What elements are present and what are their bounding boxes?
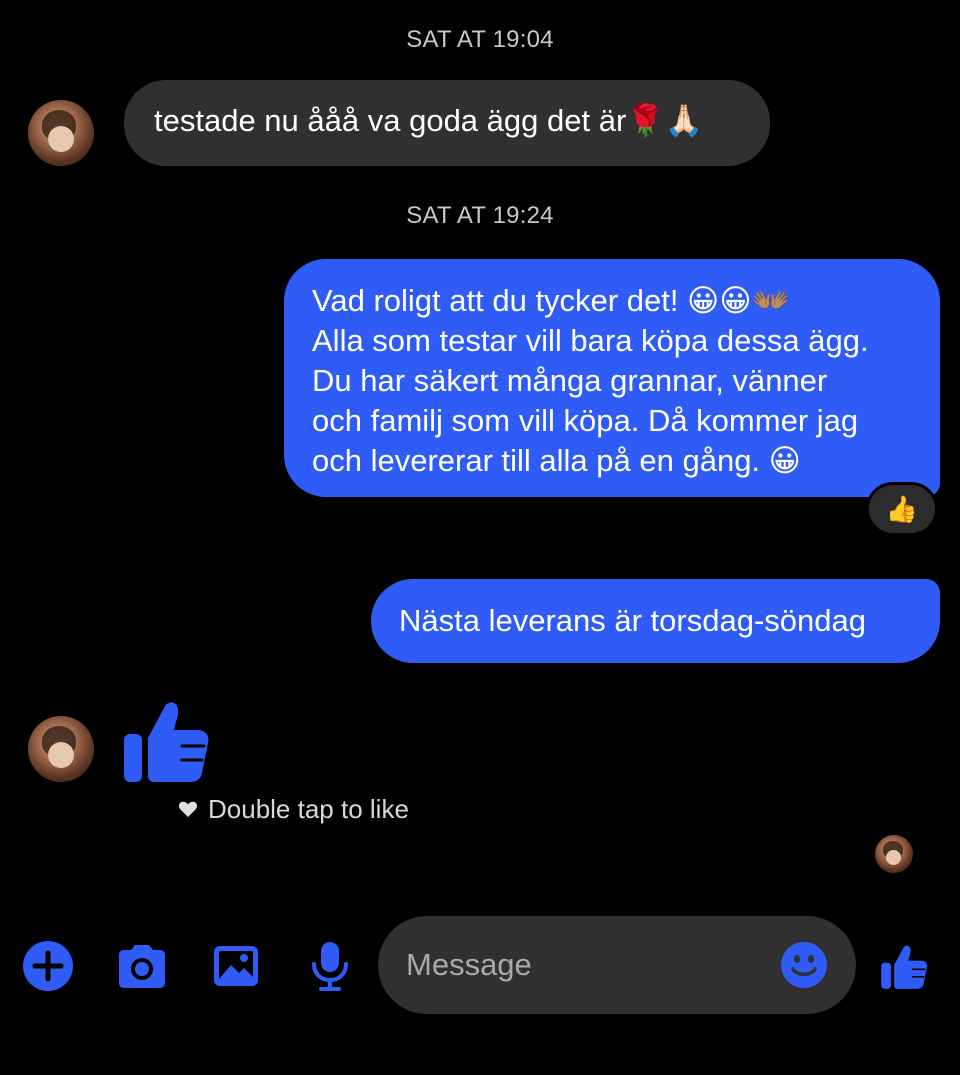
add-button[interactable]: [20, 938, 76, 994]
message-line: Du har säkert många grannar, vänner: [312, 363, 828, 398]
camera-icon: [119, 945, 165, 988]
thumbs-up-icon: [881, 945, 928, 989]
plus-icon: [23, 941, 73, 991]
camera-button[interactable]: [114, 938, 170, 994]
message-line: Alla som testar vill bara köpa dessa ägg…: [312, 323, 869, 358]
timestamp: SAT AT 19:24: [406, 202, 554, 229]
send-like-button[interactable]: [876, 938, 932, 994]
timestamp: SAT AT 19:04: [406, 26, 554, 53]
thumbs-up-icon: [124, 702, 209, 782]
microphone-icon: [312, 942, 348, 991]
thumbs-up-reaction-icon: 👍: [885, 493, 919, 524]
emoji-icon[interactable]: [780, 941, 828, 989]
contact-avatar[interactable]: [28, 716, 94, 782]
read-receipt-avatar: [875, 835, 913, 873]
message-reaction[interactable]: 👍: [866, 482, 938, 536]
outgoing-message[interactable]: Nästa leverans är torsdag-söndag: [371, 579, 940, 663]
like-sticker[interactable]: [120, 694, 212, 786]
microphone-button[interactable]: [302, 938, 358, 994]
hint-text: Double tap to like: [208, 793, 409, 824]
gallery-button[interactable]: [208, 938, 264, 994]
message-composer[interactable]: [378, 916, 856, 1014]
message-line: Vad roligt att du tycker det! 😀😀👐🏽: [312, 283, 791, 318]
message-line: och familj som vill köpa. Då kommer jag: [312, 403, 859, 438]
outgoing-message[interactable]: Vad roligt att du tycker det! 😀😀👐🏽 Alla …: [284, 259, 940, 497]
contact-avatar[interactable]: [28, 100, 94, 166]
message-text: testade nu ååå va goda ägg det är🌹🙏🏻: [154, 103, 704, 138]
message-text: Nästa leverans är torsdag-söndag: [399, 603, 866, 638]
heart-icon: [178, 801, 198, 817]
image-icon: [214, 946, 258, 986]
message-line: och levererar till alla på en gång. 😀: [312, 443, 801, 478]
double-tap-hint: Double tap to like: [178, 792, 409, 826]
message-input[interactable]: [406, 947, 766, 983]
incoming-message[interactable]: testade nu ååå va goda ägg det är🌹🙏🏻: [124, 80, 770, 166]
